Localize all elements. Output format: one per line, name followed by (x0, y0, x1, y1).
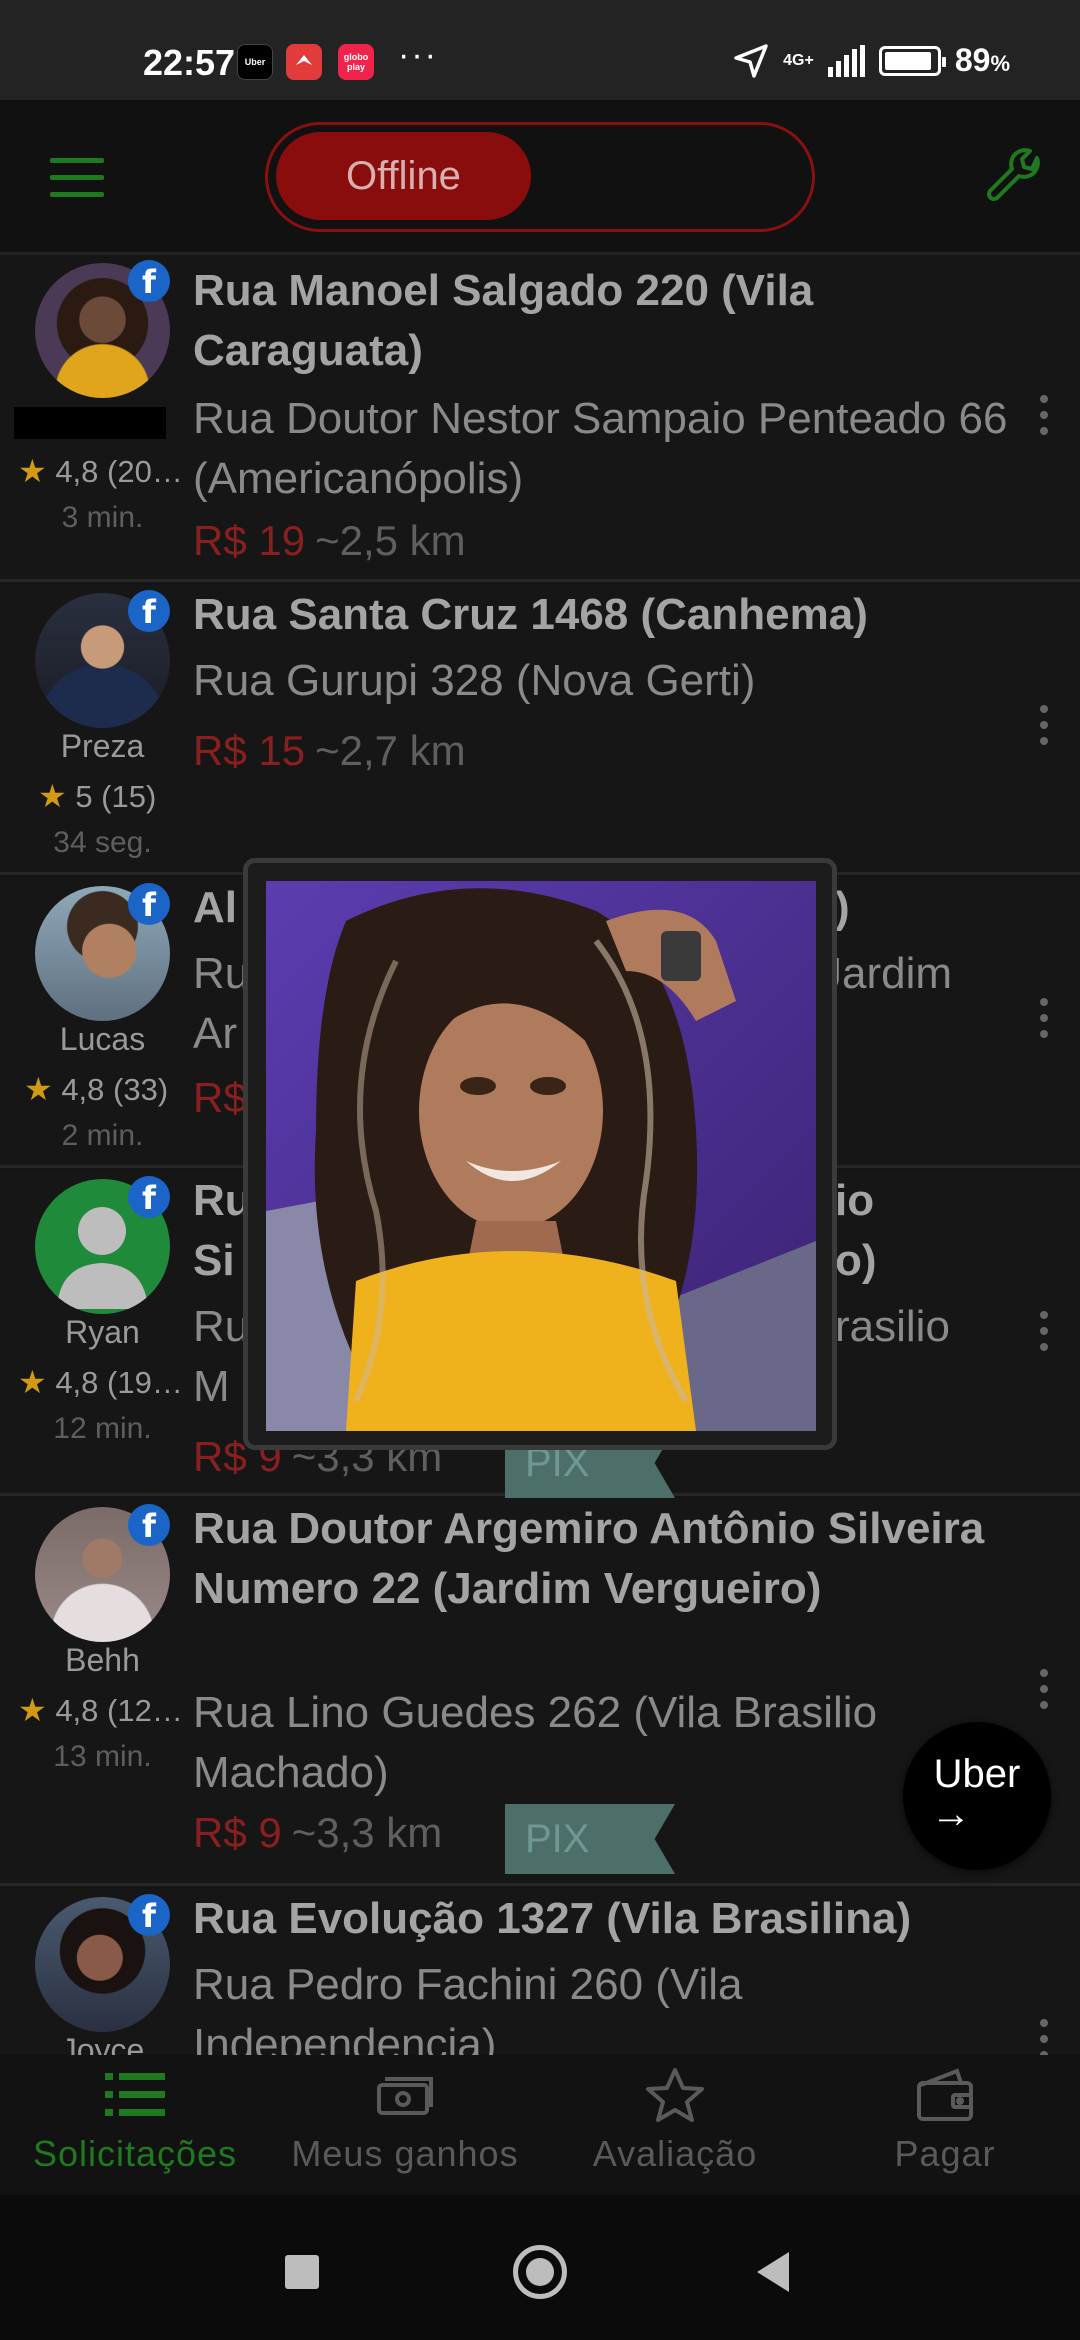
dropoff-address-tail: rasilio (835, 1302, 950, 1351)
dropoff-address: Rua Doutor Nestor Sampaio Penteado 66 (A… (193, 394, 1008, 503)
rating: ★ 4,8 (19… (18, 1364, 183, 1400)
bottom-navigation: Solicitações Meus ganhos Avaliação Pagar (0, 2055, 1080, 2195)
rating: ★ 5 (15) (38, 778, 157, 814)
facebook-icon: f (128, 1504, 170, 1546)
nav-label: Meus ganhos (291, 2133, 519, 2174)
facebook-icon: f (128, 590, 170, 632)
more-notifications-icon: ··· (398, 36, 438, 74)
toggle-knob: Offline (276, 132, 531, 220)
more-options-icon[interactable] (1040, 2019, 1054, 2055)
distance: ~3,3 km (291, 1809, 443, 1856)
star-icon (646, 2068, 704, 2122)
uber-label: Uber (933, 1752, 1021, 1796)
nav-meus-ganhos[interactable]: Meus ganhos (270, 2067, 540, 2175)
pickup-address-tail: ) (835, 883, 850, 932)
fare: R$ (193, 1074, 247, 1121)
request-item[interactable]: f ★ 4,8 (20… 3 min. Rua Manoel Salgado 2… (0, 255, 1080, 582)
location-arrow-icon (734, 43, 768, 78)
app-notification-icon (286, 44, 322, 80)
time-ago: 2 min. (61, 1119, 144, 1152)
time-ago: 34 seg. (53, 826, 152, 859)
wrench-icon[interactable] (985, 148, 1045, 208)
more-options-icon[interactable] (1040, 395, 1054, 445)
dropoff-address-tail: Jardim (820, 949, 953, 998)
request-item[interactable]: f Joyce Rua Evolução 1327 (Vila Brasilin… (0, 1889, 1080, 2055)
dropoff-address: Rua Lino Guedes 262 (Vila Brasilio Macha… (193, 1688, 878, 1797)
status-time: 22:57 (143, 42, 236, 83)
facebook-icon: f (128, 883, 170, 925)
star-icon: ★ (18, 1692, 47, 1728)
star-icon: ★ (38, 778, 67, 814)
request-item[interactable]: f Preza ★ 5 (15) 34 seg. Rua Santa Cruz … (0, 585, 1080, 875)
recents-button[interactable] (285, 2255, 319, 2289)
dropoff-address: Rua Gurupi 328 (Nova Gerti) (193, 656, 756, 705)
menu-icon[interactable] (50, 158, 104, 198)
more-options-icon[interactable] (1040, 705, 1054, 755)
money-icon (377, 2077, 433, 2115)
facebook-icon: f (128, 260, 170, 302)
app-bar: Offline (0, 100, 1080, 255)
nav-label: Solicitações (32, 2133, 238, 2174)
pickup-address: Rua Evolução 1327 (Vila Brasilina) (193, 1894, 912, 1943)
arrow-right-icon: → (931, 1792, 971, 1836)
fare: R$ 15 ~2,7 km (193, 727, 466, 774)
nav-solicitacoes[interactable]: Solicitações (0, 2067, 270, 2175)
passenger-name: Ryan (65, 1314, 140, 1350)
pickup-address-tail2: o) (835, 1236, 877, 1285)
more-options-icon[interactable] (1040, 1311, 1054, 1361)
uber-notification-icon: Uber (237, 44, 273, 80)
facebook-icon: f (128, 1894, 170, 1936)
fare: R$ 9 ~3,3 km (193, 1809, 443, 1856)
status-bar: 22:57 Uber globo play ··· 4G+ 89% (0, 0, 1080, 100)
pix-payment-badge: PIX (505, 1804, 675, 1874)
passenger-photo (266, 881, 816, 1431)
dropoff-address: Rua Pedro Fachini 260 (Vila Independenci… (193, 1960, 743, 2055)
back-button[interactable] (757, 2252, 789, 2292)
distance: ~2,5 km (315, 517, 466, 564)
globoplay-notification-icon: globo play (338, 44, 374, 80)
network-type: 4G+ (783, 51, 814, 69)
list-icon (105, 2073, 165, 2116)
battery-percent: 89 (954, 42, 991, 78)
time-ago: 12 min. (53, 1412, 152, 1445)
nav-pagar[interactable]: Pagar (810, 2067, 1080, 2175)
star-icon: ★ (24, 1071, 53, 1107)
star-icon: ★ (18, 453, 47, 489)
nav-label: Pagar (894, 2133, 996, 2174)
rating: ★ 4,8 (33) (24, 1071, 169, 1107)
status-right: 4G+ 89% (733, 42, 1010, 79)
rating: ★ 4,8 (20… (18, 453, 183, 489)
passenger-name: Preza (60, 728, 145, 764)
wallet-icon (917, 2068, 973, 2121)
nav-label: Avaliação (592, 2133, 758, 2174)
pickup-address: Rua Manoel Salgado 220 (Vila Caraguata) (193, 266, 814, 375)
signal-icon (827, 44, 865, 77)
home-button[interactable] (513, 2245, 567, 2299)
passenger-photo-popup[interactable] (243, 858, 837, 1450)
star-icon: ★ (18, 1364, 47, 1400)
uber-floating-button[interactable]: Uber → (903, 1722, 1051, 1870)
rating: ★ 4,8 (12… (18, 1692, 183, 1728)
online-status-toggle[interactable]: Offline (265, 122, 815, 232)
time-ago: 3 min. (61, 501, 144, 534)
passenger-name: Behh (65, 1642, 140, 1678)
more-options-icon[interactable] (1040, 1669, 1054, 1719)
system-navigation-bar (0, 2195, 1080, 2340)
time-ago: 13 min. (53, 1740, 152, 1773)
pickup-address: Rua Doutor Argemiro Antônio Silveira Num… (193, 1504, 985, 1613)
nav-avaliacao[interactable]: Avaliação (540, 2067, 810, 2175)
pickup-address-tail: io (835, 1176, 875, 1225)
battery-icon (878, 45, 946, 76)
passenger-name: Lucas (59, 1021, 146, 1057)
battery-unit: % (990, 51, 1010, 76)
fare: R$ 19 ~2,5 km (193, 517, 466, 564)
redacted-name (14, 407, 166, 439)
facebook-icon: f (128, 1176, 170, 1218)
distance: ~2,7 km (315, 727, 466, 774)
pickup-address: Rua Santa Cruz 1468 (Canhema) (193, 590, 868, 639)
more-options-icon[interactable] (1040, 998, 1054, 1048)
passenger-name: Joyce (60, 2032, 145, 2055)
